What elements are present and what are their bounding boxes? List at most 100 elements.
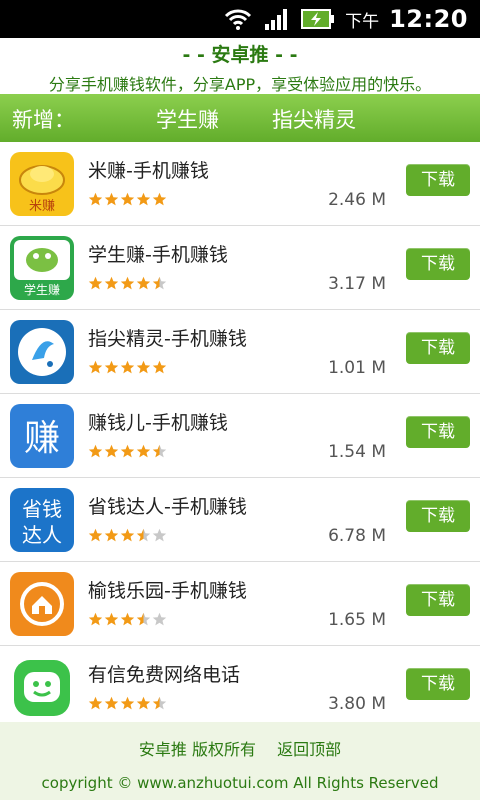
rating-stars <box>88 276 167 291</box>
star-icon <box>88 528 103 543</box>
footer-copyright: copyright © www.anzhuotui.com All Rights… <box>41 774 439 792</box>
star-icon <box>120 612 135 627</box>
app-size: 1.01 M <box>328 358 386 378</box>
star-icon <box>88 276 103 291</box>
star-icon <box>104 528 119 543</box>
status-time-period: 下午 <box>345 11 380 32</box>
app-row[interactable]: 学生赚 学生赚-手机赚钱 3.17 M 下载 <box>0 226 480 310</box>
star-icon <box>104 276 119 291</box>
download-button[interactable]: 下载 <box>406 164 470 196</box>
rating-stars <box>88 528 167 543</box>
star-icon <box>152 360 167 375</box>
download-button[interactable]: 下载 <box>406 668 470 700</box>
svg-text:赚: 赚 <box>24 418 60 459</box>
new-app-link-zhijianjingling[interactable]: 指尖精灵 <box>272 104 356 134</box>
star-icon <box>88 360 103 375</box>
page-header: - - 安卓推 - - 分享手机赚钱软件，分享APP，享受体验应用的快乐。 <box>0 38 480 94</box>
star-icon <box>136 528 151 543</box>
zhuanqianer-icon: 赚 <box>10 404 74 468</box>
star-icon <box>152 444 167 459</box>
svg-text:省钱: 省钱 <box>22 497 62 521</box>
star-icon <box>104 360 119 375</box>
star-icon <box>136 192 151 207</box>
app-size: 1.54 M <box>328 442 386 462</box>
status-icons: 下午 12:20 <box>223 4 468 34</box>
app-size: 1.65 M <box>328 610 386 630</box>
star-icon <box>120 360 135 375</box>
star-icon <box>120 696 135 711</box>
star-icon <box>104 612 119 627</box>
star-icon <box>152 696 167 711</box>
app-row[interactable]: 赚 赚钱儿-手机赚钱 1.54 M 下载 <box>0 394 480 478</box>
download-button[interactable]: 下载 <box>406 332 470 364</box>
app-name: 指尖精灵-手机赚钱 <box>88 328 247 350</box>
page-title: - - 安卓推 - - <box>182 44 298 66</box>
status-bar: 下午 12:20 <box>0 0 480 38</box>
svg-text:学生赚: 学生赚 <box>24 282 60 297</box>
rating-stars <box>88 360 167 375</box>
star-icon <box>88 696 103 711</box>
app-list: 米赚 米赚-手机赚钱 2.46 M 下载 学生赚 学生赚-手机赚钱 3.17 M… <box>0 142 480 730</box>
signal-icon <box>265 9 288 30</box>
youxin-icon <box>10 656 74 720</box>
download-button[interactable]: 下载 <box>406 416 470 448</box>
footer-site-name[interactable]: 安卓推 版权所有 <box>139 740 256 759</box>
status-clock: 12:20 <box>389 5 468 33</box>
download-button[interactable]: 下载 <box>406 500 470 532</box>
app-name: 米赚-手机赚钱 <box>88 160 209 182</box>
mizhuan-icon: 米赚 <box>10 152 74 216</box>
download-button[interactable]: 下载 <box>406 584 470 616</box>
download-button[interactable]: 下载 <box>406 248 470 280</box>
app-size: 3.80 M <box>328 694 386 714</box>
star-icon <box>120 528 135 543</box>
star-icon <box>152 528 167 543</box>
star-icon <box>88 444 103 459</box>
battery-charging-icon <box>301 9 335 29</box>
star-icon <box>136 276 151 291</box>
footer-links: 安卓推 版权所有 返回顶部 <box>0 736 480 760</box>
star-icon <box>120 444 135 459</box>
app-name: 省钱达人-手机赚钱 <box>88 496 247 518</box>
star-icon <box>136 444 151 459</box>
star-icon <box>136 612 151 627</box>
star-icon <box>136 696 151 711</box>
svg-text:达人: 达人 <box>22 523 62 547</box>
zhijianjingling-icon <box>10 320 74 384</box>
new-app-link-xueshengzhuan[interactable]: 学生赚 <box>156 104 219 134</box>
app-row[interactable]: 榆钱乐园-手机赚钱 1.65 M 下载 <box>0 562 480 646</box>
star-icon <box>88 612 103 627</box>
app-name: 榆钱乐园-手机赚钱 <box>88 580 247 602</box>
back-to-top-link[interactable]: 返回顶部 <box>277 740 341 759</box>
star-icon <box>104 192 119 207</box>
app-row[interactable]: 省钱 达人 省钱达人-手机赚钱 6.78 M 下载 <box>0 478 480 562</box>
page-slogan: 分享手机赚钱软件，分享APP，享受体验应用的快乐。 <box>48 75 432 94</box>
star-icon <box>152 192 167 207</box>
new-apps-bar: 新增： 学生赚 指尖精灵 <box>0 94 480 142</box>
rating-stars <box>88 192 167 207</box>
star-icon <box>120 192 135 207</box>
new-apps-label: 新增： <box>12 108 75 132</box>
xueshengzhuan-icon: 学生赚 <box>10 236 74 300</box>
rating-stars <box>88 696 167 711</box>
svg-text:米赚: 米赚 <box>29 198 55 214</box>
app-name: 有信免费网络电话 <box>88 664 241 686</box>
app-row[interactable]: 指尖精灵-手机赚钱 1.01 M 下载 <box>0 310 480 394</box>
app-name: 学生赚-手机赚钱 <box>88 244 228 266</box>
app-size: 3.17 M <box>328 274 386 294</box>
star-icon <box>120 276 135 291</box>
star-icon <box>88 192 103 207</box>
star-icon <box>104 696 119 711</box>
app-name: 赚钱儿-手机赚钱 <box>88 412 228 434</box>
app-row[interactable]: 有信免费网络电话 3.80 M 下载 <box>0 646 480 730</box>
star-icon <box>152 276 167 291</box>
app-row[interactable]: 米赚 米赚-手机赚钱 2.46 M 下载 <box>0 142 480 226</box>
wifi-icon <box>225 9 252 30</box>
star-icon <box>104 444 119 459</box>
rating-stars <box>88 444 167 459</box>
yuqianleyuan-icon <box>10 572 74 636</box>
shengqiandaren-icon: 省钱 达人 <box>10 488 74 552</box>
star-icon <box>152 612 167 627</box>
page-footer: 安卓推 版权所有 返回顶部 copyright © www.anzhuotui.… <box>0 722 480 800</box>
star-icon <box>136 360 151 375</box>
rating-stars <box>88 612 167 627</box>
